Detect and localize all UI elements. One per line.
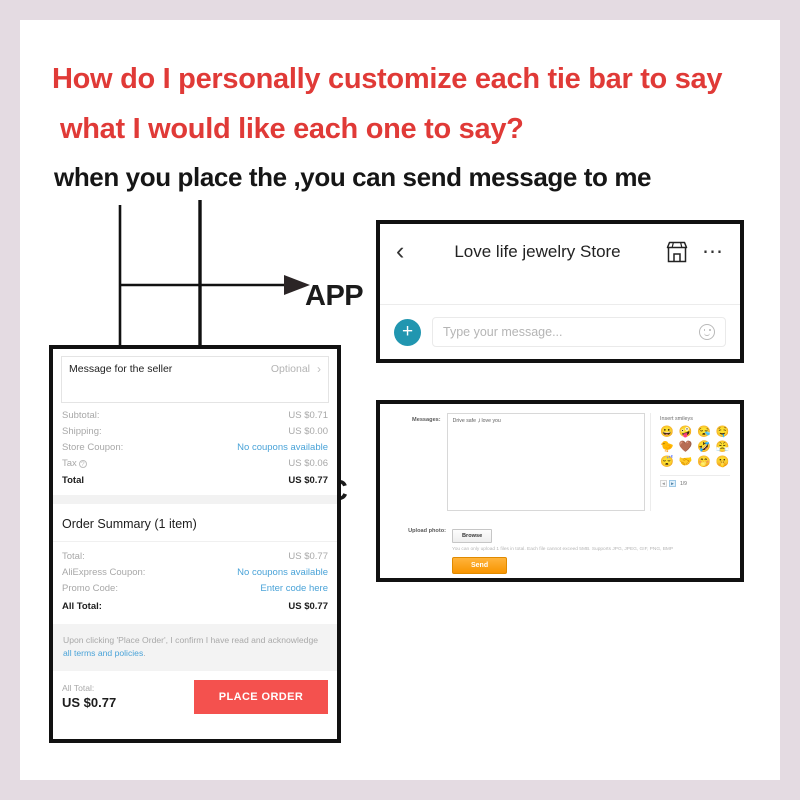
store-coupon-link[interactable]: No coupons available [237,442,328,453]
order-summary-rows: Total: US $0.77 AliExpress Coupon: No co… [53,542,337,623]
more-options-icon[interactable]: ⋯ [702,241,724,261]
browse-button[interactable]: Browse [452,529,493,543]
headline-answer-line: when you place the ,you can send message… [54,162,652,192]
messages-textarea[interactable]: Drive safe ,i love you [446,413,645,511]
emoji-icon[interactable]: 😴 [660,456,675,468]
order-summary-title: Order Summary (1 item) [53,504,337,542]
headline-question-line-1: How do I personally customize each tie b… [52,63,723,95]
table-row-total: Total US $0.77 [62,471,328,489]
insert-smileys-panel: Insert smileys 😀 🤪 😪 🤤 🐤 🤎 🤣 😤 😴 🤝 🤭 🤫 ◄… [650,413,730,511]
table-row: Promo Code: Enter code here [62,581,328,597]
row-value: US $0.06 [288,457,328,469]
insert-smileys-title: Insert smileys [660,416,693,422]
emoji-icon[interactable]: 🤤 [716,426,731,438]
terms-and-policies-link[interactable]: all terms and policies [63,648,143,658]
row-value: US $0.77 [288,551,328,562]
emoji-icon[interactable]: 🤭 [697,456,712,468]
table-row: Shipping: US $0.00 [62,423,328,439]
headline-block: How do I personally customize each tie b… [32,63,768,192]
price-breakdown-rows: Subtotal: US $0.71 Shipping: US $0.00 St… [53,403,337,489]
emoji-icon[interactable]: 🤫 [716,456,731,468]
emoji-icon[interactable]: 🤣 [697,441,712,453]
table-row: Tax? US $0.06 [62,455,328,471]
send-button[interactable]: Send [452,557,508,574]
page-canvas: How do I personally customize each tie b… [20,20,780,780]
chat-header: ‹ Love life jewelry Store ⋯ [380,224,740,279]
emoji-icon[interactable]: 😪 [697,426,712,438]
emoji-icon[interactable]: 😀 [660,426,675,438]
place-order-button[interactable]: PLACE ORDER [194,679,328,714]
row-value: US $0.00 [288,425,328,437]
table-row-total: All Total: US $0.77 [62,597,328,615]
pc-message-form-panel: Messages: Drive safe ,i love you Insert … [376,400,744,582]
message-for-seller-row[interactable]: Message for the seller Optional › [61,356,329,403]
checkout-panel: Message for the seller Optional › Subtot… [49,345,341,743]
upload-photo-row: Upload photo: Browse You can only upload… [390,524,730,574]
row-label: Total: [62,551,85,562]
emoji-next-page-button[interactable]: ► [669,480,676,487]
emoji-icon[interactable]: 🤪 [679,426,694,438]
app-chat-panel: ‹ Love life jewelry Store ⋯ + Type your … [376,220,744,363]
row-label: All Total: [62,600,102,612]
table-row: Total: US $0.77 [62,549,328,565]
row-value: US $0.77 [288,600,328,612]
row-value: US $0.71 [288,409,328,421]
emoji-icon[interactable]: 🤎 [679,441,694,453]
table-row: Store Coupon: No coupons available [62,439,328,455]
table-row: Subtotal: US $0.71 [62,407,328,423]
row-label: Shipping: [62,425,102,437]
row-label: Tax? [62,458,87,469]
emoji-icon[interactable]: 🤝 [679,456,694,468]
footer-total-group: All Total: US $0.77 [62,683,116,710]
table-row: AliExpress Coupon: No coupons available [62,565,328,581]
chat-message-input[interactable]: Type your message... [432,317,726,347]
row-label: Promo Code: [62,583,118,594]
chat-input-placeholder: Type your message... [443,325,563,339]
checkout-footer: All Total: US $0.77 PLACE ORDER [53,671,337,724]
message-for-seller-value: Optional [270,363,310,375]
footer-total-caption: All Total: [62,683,95,694]
row-label: Subtotal: [62,409,100,421]
terms-notice: Upon clicking 'Place Order', I confirm I… [53,624,337,671]
emoji-prev-page-button[interactable]: ◄ [660,480,667,487]
chat-store-title: Love life jewelry Store [454,241,621,261]
upload-photo-label: Upload photo: [408,528,446,534]
terms-text-after: . [143,647,146,658]
help-icon[interactable]: ? [78,459,87,468]
chat-message-area [380,279,740,305]
messages-row: Messages: Drive safe ,i love you Insert … [390,413,730,511]
smiley-face-icon[interactable] [699,324,715,340]
row-label: Store Coupon: [62,441,124,453]
emoji-icon[interactable]: 🐤 [660,441,675,453]
store-icon[interactable] [665,241,689,263]
chevron-right-icon: › [317,362,321,376]
row-label: Total [62,475,84,486]
footer-total-amount: US $0.77 [62,695,117,711]
emoji-grid: 😀 🤪 😪 🤤 🐤 🤎 🤣 😤 😴 🤝 🤭 🤫 [660,426,730,468]
promo-code-link[interactable]: Enter code here [260,583,328,594]
emoji-page-count: 1/9 [680,480,687,487]
emoji-pager: ◄ ► 1/9 [660,475,730,487]
message-for-seller-value-group: Optional › [271,363,321,375]
aliexpress-coupon-link[interactable]: No coupons available [237,567,328,578]
emoji-icon[interactable]: 😤 [716,441,731,453]
section-divider [53,494,337,504]
row-label: AliExpress Coupon: [62,567,146,578]
chat-input-bar: + Type your message... [380,305,740,359]
upload-controls: Browse You can only upload 1 files in to… [452,524,673,574]
add-attachment-icon[interactable]: + [394,318,421,346]
row-value: US $0.77 [288,475,328,486]
messages-label: Messages: [412,417,441,423]
upload-hint-text: You can only upload 1 files in total. Ea… [452,547,674,552]
headline-question-line-2: what I would like each one to say? [60,113,524,145]
terms-text-before: Upon clicking 'Place Order', I confirm I… [63,635,319,645]
annotation-label-app: APP [305,280,364,312]
message-for-seller-label: Message for the seller [69,363,173,375]
